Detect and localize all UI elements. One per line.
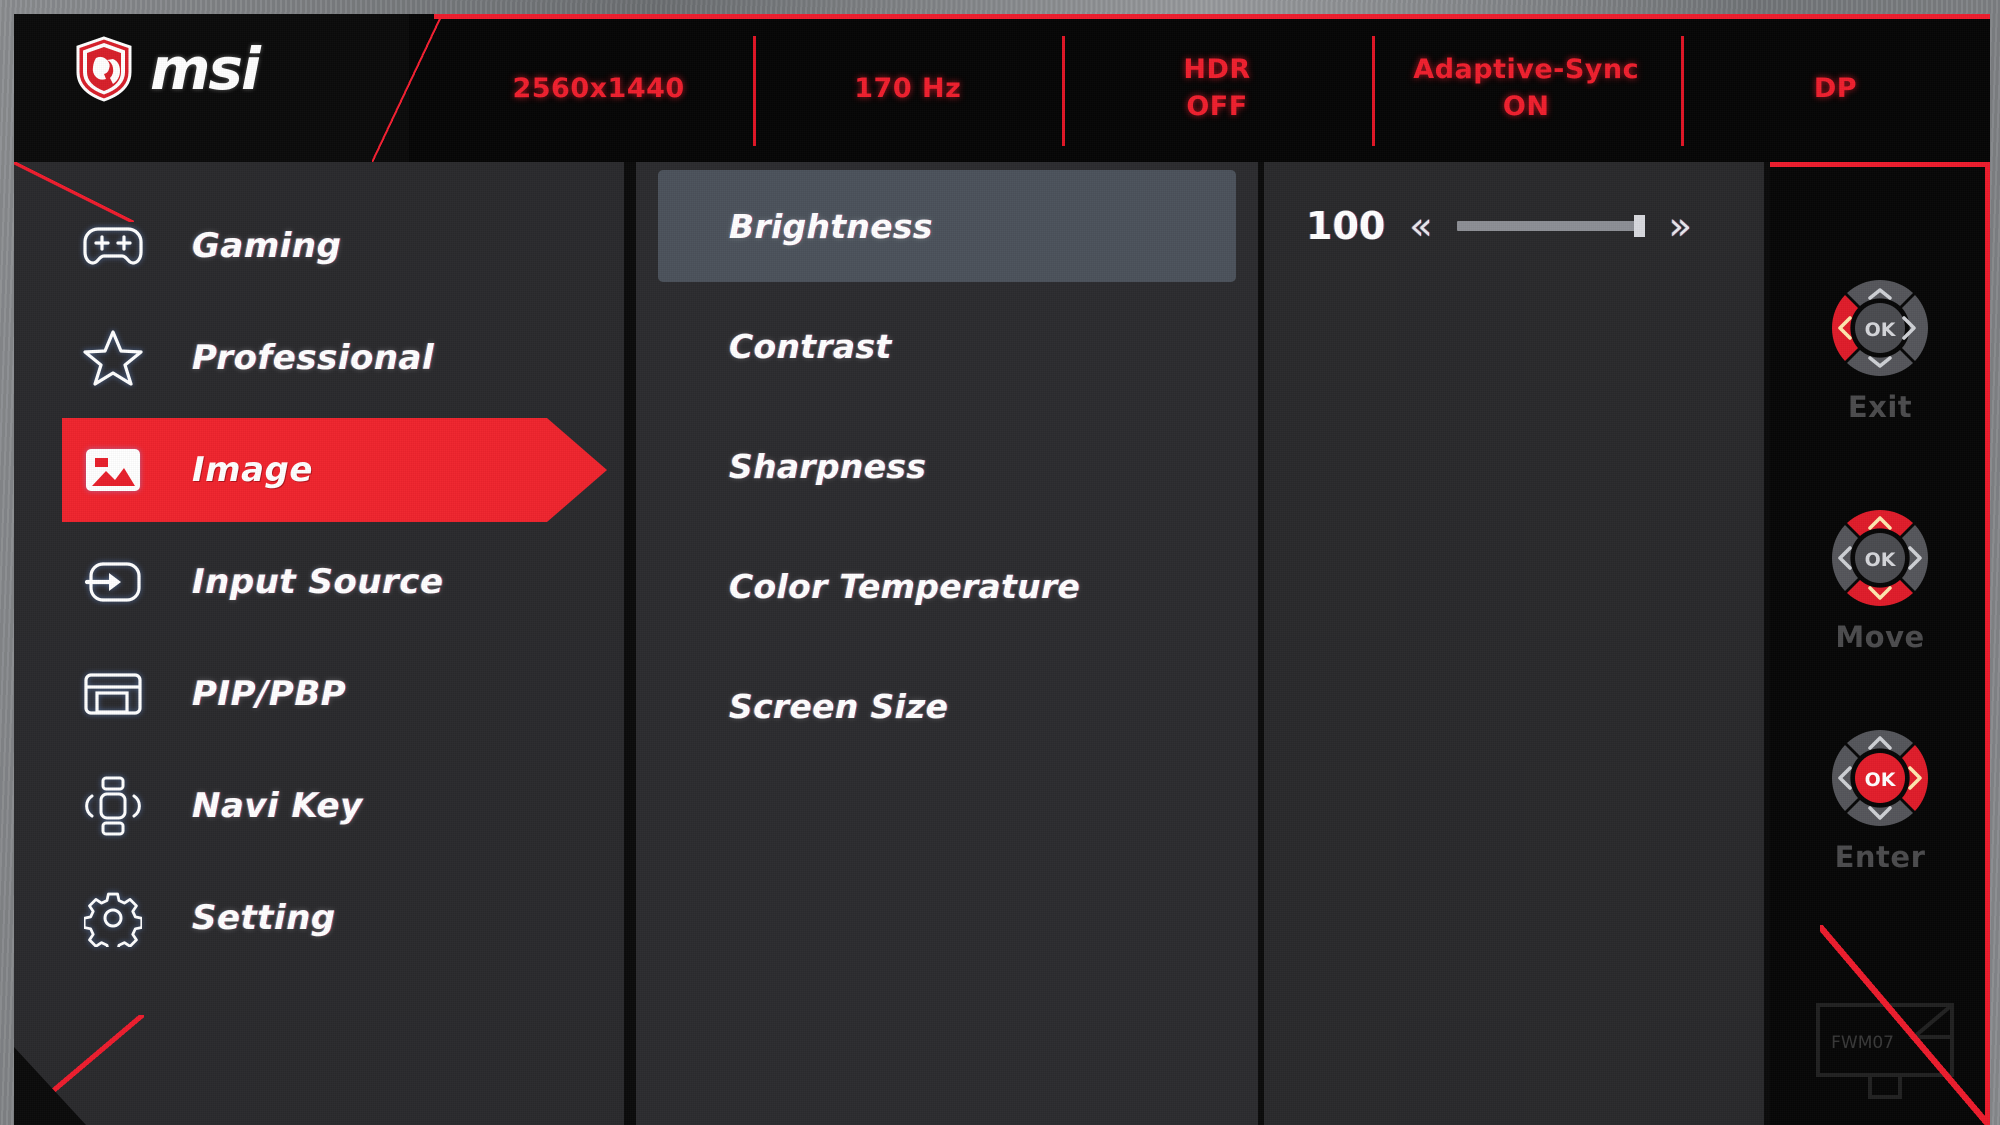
sidebar-item-gaming[interactable]: Gaming bbox=[14, 190, 624, 302]
sidebar-item-setting[interactable]: Setting bbox=[14, 862, 624, 974]
sidebar-item-label: Input Source bbox=[192, 562, 444, 602]
gear-icon bbox=[82, 887, 144, 949]
nav-hint-label: Move bbox=[1835, 620, 1925, 654]
double-chevron-right-icon[interactable]: » bbox=[1669, 207, 1692, 245]
svg-text:OK: OK bbox=[1865, 319, 1897, 341]
sidebar-item-label: Gaming bbox=[192, 226, 342, 266]
sidebar-item-label: Navi Key bbox=[192, 786, 363, 826]
option-label: Contrast bbox=[729, 326, 892, 366]
brightness-value-row: 100 « » bbox=[1264, 170, 1764, 282]
option-label: Screen Size bbox=[729, 686, 949, 726]
dpad-ok-icon: OK bbox=[1824, 722, 1936, 834]
star-icon bbox=[82, 327, 144, 389]
status-input-value: DP bbox=[1813, 72, 1858, 104]
osd-body: Gaming Professional Image Input Source P… bbox=[14, 162, 1990, 1125]
sidebar-item-label: Image bbox=[192, 450, 313, 490]
brightness-slider-thumb[interactable] bbox=[1633, 215, 1645, 237]
nav-corner-accent bbox=[1820, 925, 1990, 1125]
double-chevron-left-icon[interactable]: « bbox=[1409, 207, 1432, 245]
status-refresh-value: 170 Hz bbox=[854, 72, 962, 104]
sidebar-item-navi-key[interactable]: Navi Key bbox=[14, 750, 624, 862]
osd-menu: msi 2560x1440 170 Hz HDR OFF Adaptive-Sy… bbox=[14, 14, 1990, 1125]
navi-key-icon bbox=[82, 775, 144, 837]
status-adaptive-sync-label: Adaptive-Sync bbox=[1413, 54, 1640, 85]
option-screen-size[interactable]: Screen Size bbox=[636, 650, 1258, 762]
sidebar-item-label: PIP/PBP bbox=[192, 674, 347, 714]
status-hdr-value: OFF bbox=[1186, 91, 1248, 122]
status-item-adaptive-sync: Adaptive-Sync ON bbox=[1371, 14, 1681, 162]
status-resolution-value: 2560x1440 bbox=[512, 72, 685, 104]
nav-hint-label: Exit bbox=[1847, 390, 1913, 424]
option-brightness[interactable]: Brightness bbox=[636, 170, 1258, 282]
status-item-refresh-rate: 170 Hz bbox=[753, 14, 1062, 162]
option-color-temperature[interactable]: Color Temperature bbox=[636, 530, 1258, 642]
status-item-hdr: HDR OFF bbox=[1062, 14, 1371, 162]
nav-hint-enter[interactable]: OK Enter bbox=[1770, 722, 1990, 874]
sidebar-item-input-source[interactable]: Input Source bbox=[14, 526, 624, 638]
sidebar-bottom-accent bbox=[14, 1015, 144, 1125]
brightness-value: 100 bbox=[1306, 204, 1386, 248]
status-item-resolution: 2560x1440 bbox=[444, 14, 753, 162]
sidebar: Gaming Professional Image Input Source P… bbox=[14, 162, 624, 1125]
nav-top-accent bbox=[1770, 162, 1990, 167]
picture-icon bbox=[82, 439, 144, 501]
brand-name: msi bbox=[150, 35, 261, 103]
status-adaptive-sync-value: ON bbox=[1502, 91, 1550, 122]
nav-hint-label: Enter bbox=[1834, 840, 1926, 874]
nav-hint-panel: OK Exit OK Move OK Enter bbox=[1770, 162, 1990, 1125]
sidebar-item-label: Professional bbox=[192, 338, 435, 378]
arrow-into-box-icon bbox=[82, 551, 144, 613]
option-label: Brightness bbox=[729, 206, 933, 246]
svg-text:OK: OK bbox=[1865, 769, 1897, 791]
nav-hint-move[interactable]: OK Move bbox=[1770, 502, 1990, 654]
dpad-updown-icon: OK bbox=[1824, 502, 1936, 614]
header-diagonal-accent bbox=[372, 14, 442, 162]
dpad-left-icon: OK bbox=[1824, 272, 1936, 384]
brightness-slider[interactable] bbox=[1456, 215, 1645, 237]
status-hdr-label: HDR bbox=[1183, 54, 1251, 85]
sidebar-item-image[interactable]: Image bbox=[14, 414, 624, 526]
sidebar-item-professional[interactable]: Professional bbox=[14, 302, 624, 414]
option-list: Brightness Contrast Sharpness Color Temp… bbox=[636, 162, 1258, 1125]
option-contrast[interactable]: Contrast bbox=[636, 290, 1258, 402]
windows-split-icon bbox=[82, 663, 144, 725]
gamepad-icon bbox=[82, 215, 144, 277]
msi-dragon-shield-icon bbox=[76, 36, 132, 102]
sidebar-item-label: Setting bbox=[192, 898, 336, 938]
photo-background: msi 2560x1440 170 Hz HDR OFF Adaptive-Sy… bbox=[0, 0, 2000, 1125]
svg-text:OK: OK bbox=[1865, 549, 1897, 571]
status-item-input: DP bbox=[1680, 14, 1990, 162]
nav-hint-exit[interactable]: OK Exit bbox=[1770, 272, 1990, 424]
option-sharpness[interactable]: Sharpness bbox=[636, 410, 1258, 522]
osd-header: msi 2560x1440 170 Hz HDR OFF Adaptive-Sy… bbox=[14, 14, 1990, 162]
brand-plate: msi bbox=[14, 14, 409, 162]
sidebar-item-pip-pbp[interactable]: PIP/PBP bbox=[14, 638, 624, 750]
option-label: Sharpness bbox=[729, 446, 927, 486]
option-label: Color Temperature bbox=[729, 566, 1081, 606]
status-bar: 2560x1440 170 Hz HDR OFF Adaptive-Sync O… bbox=[444, 14, 1990, 162]
value-panel: 100 « » bbox=[1264, 162, 1764, 1125]
